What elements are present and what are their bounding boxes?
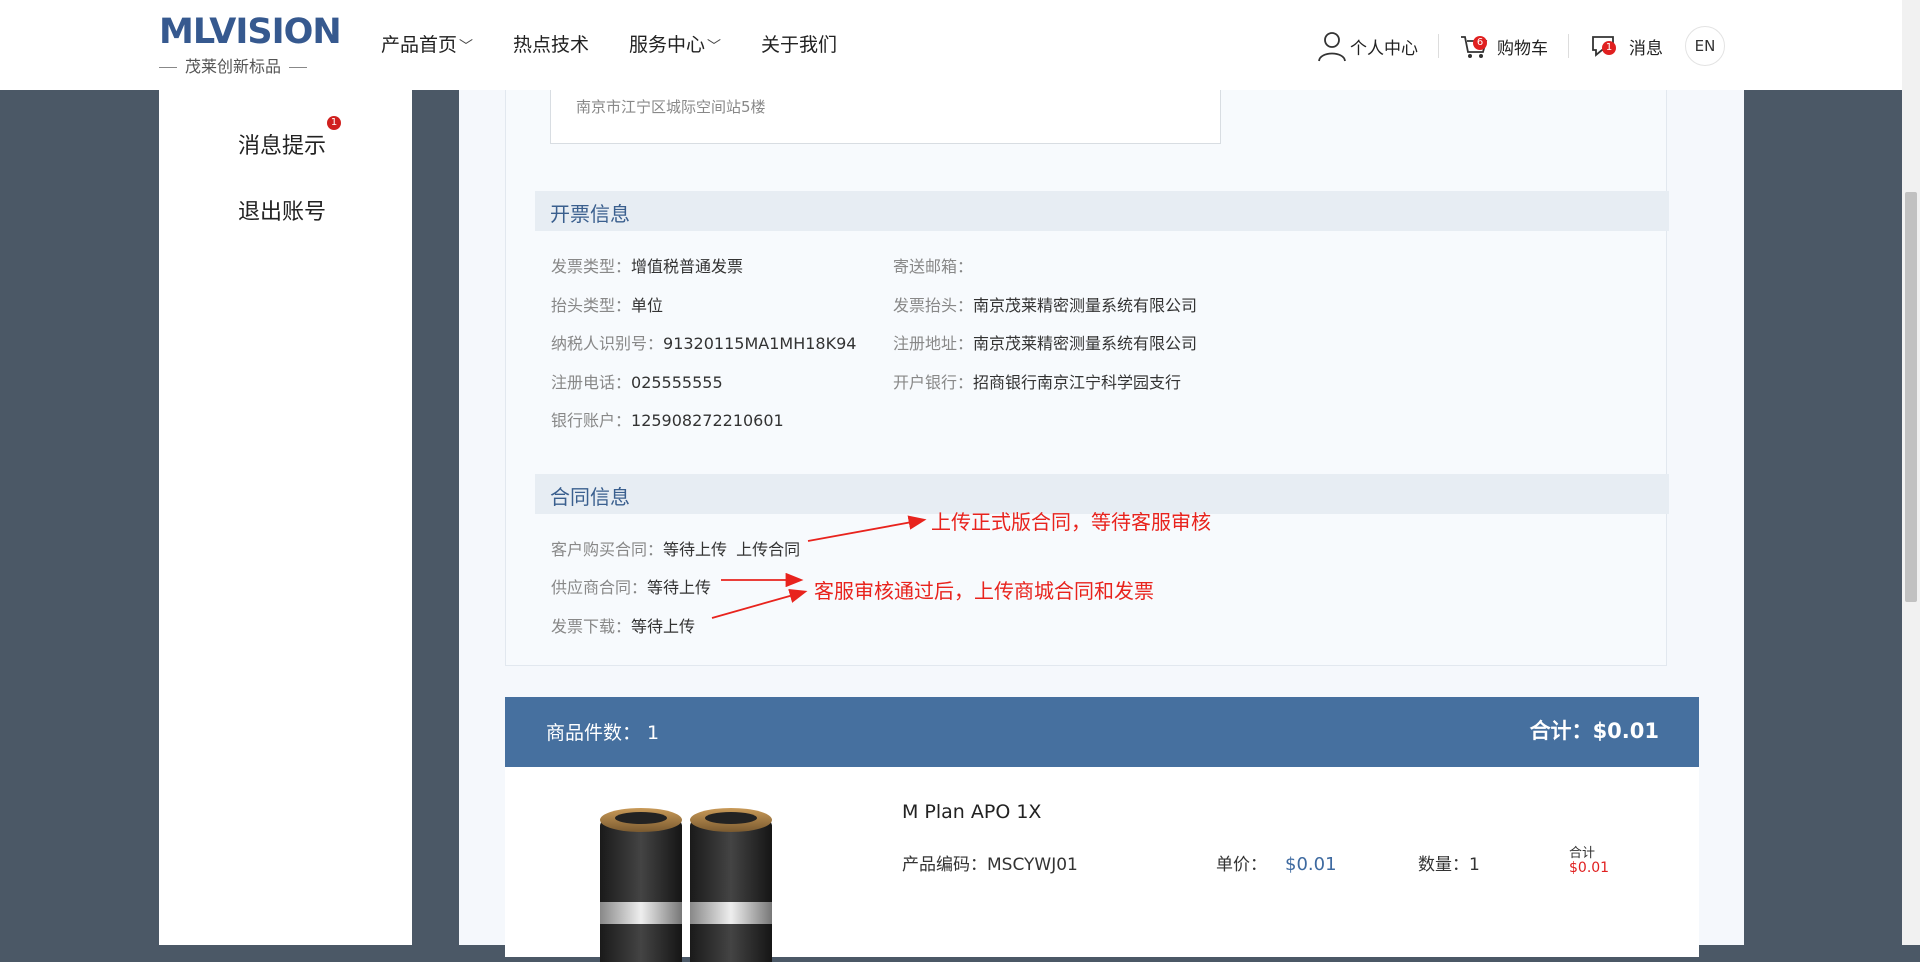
message-badge: 1: [327, 116, 341, 130]
order-total: 合计：$0.01: [1529, 719, 1659, 743]
nav-hot-tech[interactable]: 热点技术: [513, 30, 589, 57]
cart-count-badge: 6: [1473, 36, 1487, 50]
nav-products[interactable]: 产品首页 ﹀: [381, 30, 473, 57]
page-scrollbar[interactable]: [1902, 0, 1920, 945]
annotation-after-review: 客服审核通过后，上传商城合同和发票: [814, 579, 1154, 603]
subtotal-value: $0.01: [1569, 860, 1610, 876]
order-summary-bar: 商品件数： 1 合计：$0.01: [505, 697, 1699, 767]
message-count-badge: 1: [1602, 41, 1616, 55]
main-content: 南京市江宁区城际空间站5楼 开票信息 发票类型：增值税普通发票 寄送邮箱： 抬头…: [459, 88, 1744, 962]
product-image: [600, 808, 772, 962]
top-navbar: MLVISION 茂莱创新标品 产品首页 ﹀ 热点技术 服务中心 ﹀ 关于我们 个人…: [0, 0, 1902, 90]
product-name[interactable]: M Plan APO 1X: [902, 801, 1041, 823]
sidebar-item-messages[interactable]: 消息提示: [238, 128, 326, 160]
language-switch[interactable]: EN: [1685, 26, 1725, 66]
logo-wordmark: MLVISION: [159, 12, 342, 52]
scrollbar-thumb[interactable]: [1905, 192, 1917, 602]
subtotal-label: 合计: [1569, 846, 1596, 861]
product-code: 产品编码：MSCYWJ01: [902, 855, 1078, 875]
logo[interactable]: MLVISION 茂莱创新标品: [159, 12, 342, 78]
user-center-link[interactable]: 个人中心: [1316, 30, 1418, 62]
quantity: 数量：1: [1418, 855, 1480, 875]
order-item: M Plan APO 1X 产品编码：MSCYWJ01 单价： $0.01 数量：…: [505, 767, 1699, 962]
sidebar: 消息提示 1 退出账号: [159, 90, 412, 945]
chevron-down-icon: ﹀: [707, 39, 722, 55]
annotation-upload-contract: 上传正式版合同，等待客服审核: [931, 510, 1211, 534]
unit-price: 单价： $0.01: [1216, 854, 1337, 875]
sidebar-item-logout[interactable]: 退出账号: [238, 194, 326, 226]
main-nav: 产品首页 ﹀ 热点技术 服务中心 ﹀ 关于我们: [381, 30, 877, 57]
messages-link[interactable]: 1 消息: [1589, 31, 1663, 61]
user-nav: 个人中心 6 购物车 1 消息 EN: [1316, 26, 1725, 66]
nav-service[interactable]: 服务中心 ﹀: [629, 30, 721, 57]
logo-tagline: 茂莱创新标品: [159, 53, 323, 77]
nav-about[interactable]: 关于我们: [761, 30, 837, 57]
chevron-down-icon: ﹀: [459, 39, 474, 55]
cart-link[interactable]: 6 购物车: [1459, 31, 1548, 61]
user-icon: [1318, 32, 1346, 62]
item-count: 商品件数： 1: [546, 722, 660, 744]
